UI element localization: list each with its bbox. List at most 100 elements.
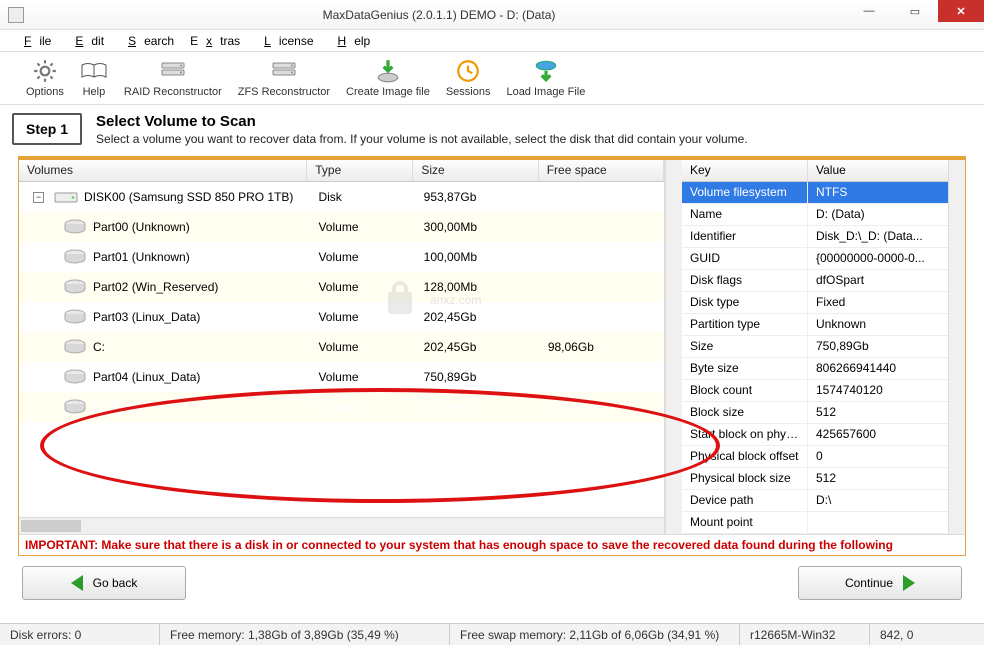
property-key: Size <box>682 336 808 357</box>
property-row[interactable]: Block size512 <box>682 402 948 424</box>
menu-file[interactable]: File <box>8 32 59 50</box>
property-row[interactable]: Physical block size512 <box>682 468 948 490</box>
property-row[interactable]: IdentifierDisk_D:\_D: (Data... <box>682 226 948 248</box>
raid-icon <box>159 58 187 84</box>
go-back-label: Go back <box>93 576 138 590</box>
close-button[interactable]: ✕ <box>938 0 984 22</box>
volume-row[interactable]: C:Volume202,45Gb98,06Gb <box>19 332 664 362</box>
volume-name: C: <box>93 340 105 354</box>
properties-pane: Key Value Volume filesystemNTFSNameD: (D… <box>682 160 948 534</box>
titlebar: MaxDataGenius (2.0.1.1) DEMO - D: (Data)… <box>0 0 984 30</box>
h-scrollbar[interactable] <box>19 517 664 534</box>
tool-sessions[interactable]: Sessions <box>438 58 499 98</box>
volume-row[interactable]: Part00 (Unknown)Volume300,00Mb <box>19 212 664 242</box>
volume-free: 579,77Gb <box>540 400 664 414</box>
tool-options-label: Options <box>26 86 64 98</box>
continue-button[interactable]: Continue <box>798 566 962 600</box>
continue-label: Continue <box>845 576 893 590</box>
tree-collapse-icon[interactable]: − <box>33 192 44 203</box>
disk-size: 953,87Gb <box>416 190 540 204</box>
volume-type: Volume <box>310 370 415 384</box>
tool-options[interactable]: Options <box>18 58 72 98</box>
property-row[interactable]: Physical block offset0 <box>682 446 948 468</box>
status-code: 842, 0 <box>870 624 984 645</box>
volume-row[interactable]: Part01 (Unknown)Volume100,00Mb <box>19 242 664 272</box>
volume-name: Part04 (Linux_Data) <box>93 370 200 384</box>
col-volumes[interactable]: Volumes <box>19 160 307 181</box>
volume-row[interactable]: Part04 (Linux_Data)Volume750,89Gb <box>19 362 664 392</box>
window-title: MaxDataGenius (2.0.1.1) DEMO - D: (Data) <box>32 8 846 22</box>
disk-icon <box>54 188 78 206</box>
property-row[interactable]: Disk typeFixed <box>682 292 948 314</box>
property-row[interactable]: Size750,89Gb <box>682 336 948 358</box>
property-key: GUID <box>682 248 808 269</box>
col-value[interactable]: Value <box>808 160 948 181</box>
property-key: Physical block offset <box>682 446 808 467</box>
tool-load-image[interactable]: Load Image File <box>498 58 593 98</box>
volume-name: Part00 (Unknown) <box>93 220 190 234</box>
property-row[interactable]: Start block on physica...425657600 <box>682 424 948 446</box>
tool-load-label: Load Image File <box>506 86 585 98</box>
property-key: Mount point <box>682 512 808 533</box>
properties-body: Volume filesystemNTFSNameD: (Data)Identi… <box>682 182 948 534</box>
property-row[interactable]: Mount point <box>682 512 948 534</box>
tool-create-image[interactable]: Create Image file <box>338 58 438 98</box>
menu-search[interactable]: Search <box>112 32 182 50</box>
menubar: File Edit Search Extras License Help <box>0 30 984 52</box>
menu-help[interactable]: Help <box>322 32 379 50</box>
tool-zfs[interactable]: ZFS Reconstructor <box>230 58 338 98</box>
step-desc: Select a volume you want to recover data… <box>96 132 748 146</box>
property-row[interactable]: Device pathD:\ <box>682 490 948 512</box>
col-type[interactable]: Type <box>307 160 413 181</box>
property-value: 750,89Gb <box>808 336 948 357</box>
property-key: Device path <box>682 490 808 511</box>
volumes-body: − DISK00 (Samsung SSD 850 PRO 1TB) Disk … <box>19 182 664 517</box>
menu-license[interactable]: License <box>248 32 321 50</box>
volume-row[interactable]: D: (Data)Volume750,89Gb579,77Gb <box>19 392 664 422</box>
volume-type: Volume <box>310 250 415 264</box>
v-scrollbar-vols[interactable] <box>665 160 682 534</box>
minimize-button[interactable]: — <box>846 0 892 22</box>
menu-extras[interactable]: Extras <box>182 32 248 50</box>
menu-edit[interactable]: Edit <box>59 32 112 50</box>
disk-row[interactable]: − DISK00 (Samsung SSD 850 PRO 1TB) Disk … <box>19 182 664 212</box>
property-value: 512 <box>808 468 948 489</box>
property-value: 512 <box>808 402 948 423</box>
col-free[interactable]: Free space <box>539 160 664 181</box>
step-header: Step 1 Select Volume to Scan Select a vo… <box>0 105 984 156</box>
volume-size: 750,89Gb <box>416 400 540 414</box>
property-row[interactable]: Partition typeUnknown <box>682 314 948 336</box>
volume-row[interactable]: Part02 (Win_Reserved)Volume128,00Mb <box>19 272 664 302</box>
v-scrollbar-props[interactable] <box>948 160 965 534</box>
tool-zfs-label: ZFS Reconstructor <box>238 86 330 98</box>
content-panel: Volumes Type Size Free space − DISK00 (S… <box>18 156 966 556</box>
go-back-button[interactable]: Go back <box>22 566 186 600</box>
disk-name: DISK00 (Samsung SSD 850 PRO 1TB) <box>84 190 293 204</box>
property-row[interactable]: Disk flagsdfOSpart <box>682 270 948 292</box>
status-build: r12665M-Win32 <box>740 624 870 645</box>
tool-help[interactable]: Help <box>72 58 116 98</box>
step-heading: Select Volume to Scan <box>96 113 748 130</box>
volume-name: Part02 (Win_Reserved) <box>93 280 218 294</box>
tool-raid[interactable]: RAID Reconstructor <box>116 58 230 98</box>
tool-help-label: Help <box>83 86 106 98</box>
col-key[interactable]: Key <box>682 160 808 181</box>
volume-name: Part03 (Linux_Data) <box>93 310 200 324</box>
property-key: Volume filesystem <box>682 182 808 203</box>
property-value: 1574740120 <box>808 380 948 401</box>
property-row[interactable]: Volume filesystemNTFS <box>682 182 948 204</box>
property-value <box>808 512 948 533</box>
col-size[interactable]: Size <box>413 160 538 181</box>
property-value: D:\ <box>808 490 948 511</box>
book-icon <box>80 58 108 84</box>
property-row[interactable]: Block count1574740120 <box>682 380 948 402</box>
volume-size: 128,00Mb <box>416 280 540 294</box>
volume-size: 202,45Gb <box>416 310 540 324</box>
property-row[interactable]: GUID{00000000-0000-0... <box>682 248 948 270</box>
toolbar: Options Help RAID Reconstructor ZFS Reco… <box>0 52 984 105</box>
maximize-button[interactable]: ▭ <box>892 0 938 22</box>
volume-row[interactable]: Part03 (Linux_Data)Volume202,45Gb <box>19 302 664 332</box>
volume-icon <box>63 338 87 356</box>
property-row[interactable]: Byte size806266941440 <box>682 358 948 380</box>
property-row[interactable]: NameD: (Data) <box>682 204 948 226</box>
